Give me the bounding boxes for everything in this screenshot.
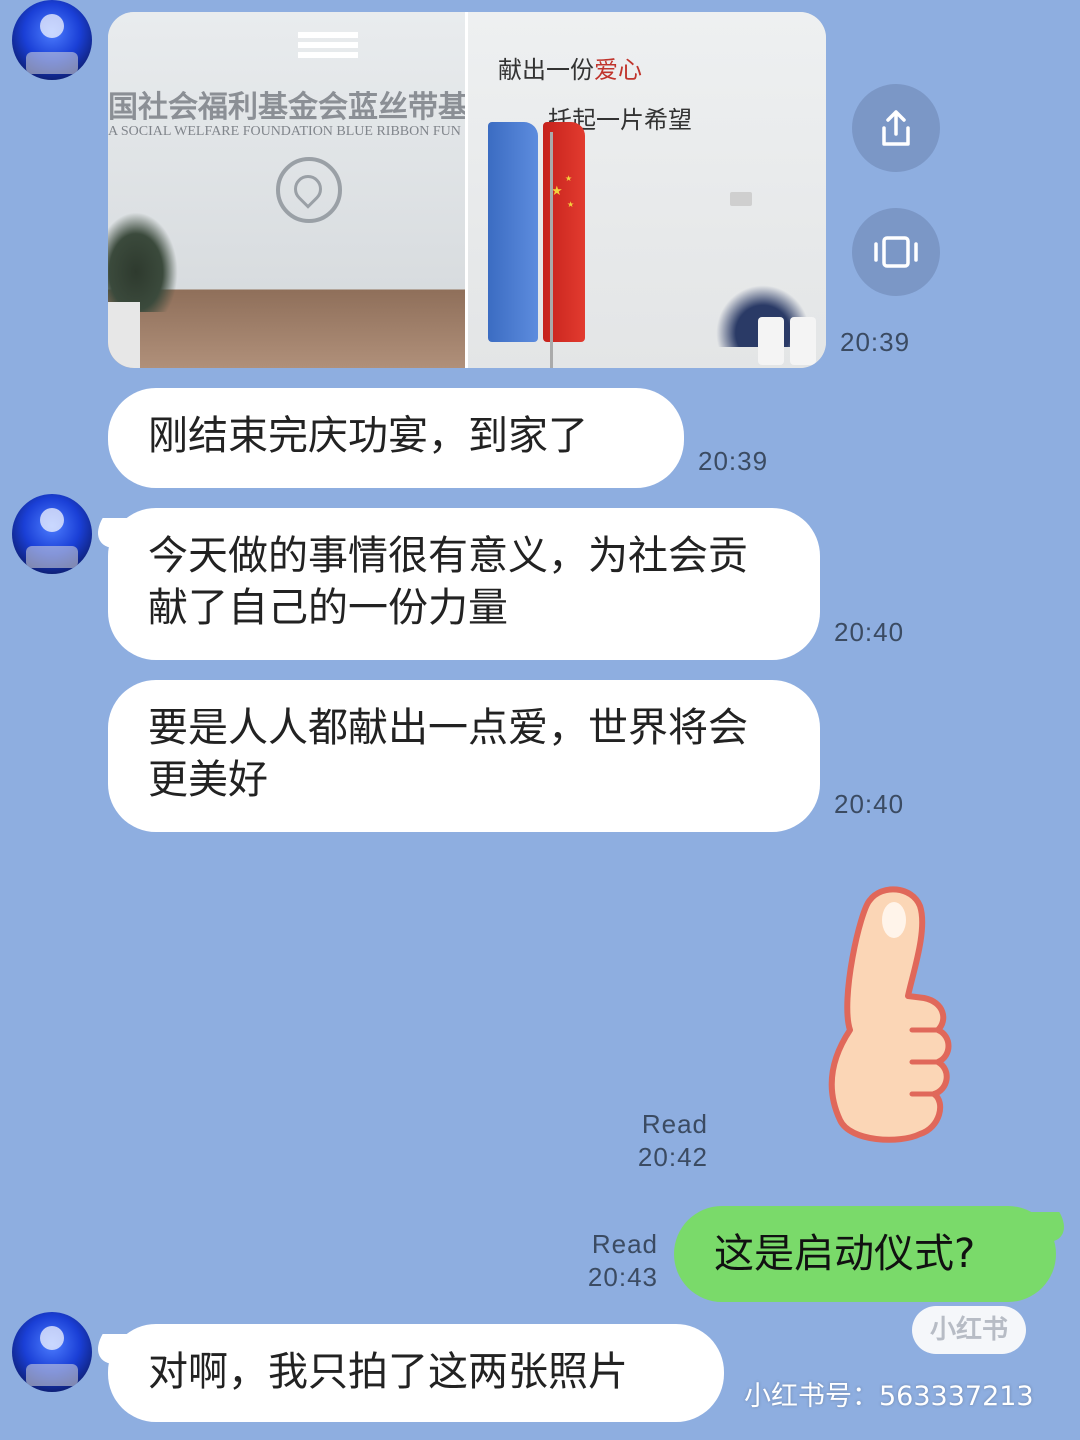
photo-message[interactable]: 国社会福利基金会蓝丝带基 A SOCIAL WELFARE FOUNDATION… bbox=[108, 12, 826, 368]
message-time: 20:39 bbox=[840, 327, 911, 357]
message-bubble[interactable]: 今天做的事情很有意义，为社会贡献了自己的一份力量 bbox=[108, 508, 820, 660]
xiaohongshu-account-watermark: 小红书号：563337213 bbox=[744, 1381, 1034, 1412]
plant-pot bbox=[108, 302, 140, 368]
lobby-sign-cn: 国社会福利基金会蓝丝带基 bbox=[108, 90, 468, 125]
foundation-emblem bbox=[276, 157, 342, 223]
contact-avatar[interactable] bbox=[12, 494, 92, 574]
plant bbox=[108, 212, 178, 312]
lobby-sign-en: A SOCIAL WELFARE FOUNDATION BLUE RIBBON … bbox=[108, 124, 461, 139]
thumbs-up-sticker[interactable] bbox=[820, 880, 960, 1160]
light-switch bbox=[730, 192, 752, 206]
message-time: 20:40 bbox=[834, 617, 905, 647]
blue-flag bbox=[488, 122, 538, 342]
message-bubble[interactable]: 刚结束完庆功宴，到家了 bbox=[108, 388, 684, 488]
message-text: 对啊，我只拍了这两张照片 bbox=[148, 1349, 628, 1395]
expand-icon bbox=[874, 236, 918, 268]
message-time: 20:42 bbox=[637, 1142, 708, 1172]
wall-slogan-1: 献出一份爱心 bbox=[498, 56, 642, 84]
message-time: 20:39 bbox=[698, 446, 769, 476]
message-time: 20:43 bbox=[587, 1262, 658, 1292]
expand-button[interactable] bbox=[852, 208, 940, 296]
read-status: Read bbox=[641, 1109, 708, 1139]
share-icon bbox=[882, 110, 910, 146]
read-status: Read bbox=[591, 1229, 658, 1259]
contact-avatar[interactable] bbox=[12, 0, 92, 80]
vase bbox=[790, 317, 816, 365]
message-text: 今天做的事情很有意义，为社会贡献了自己的一份力量 bbox=[148, 533, 748, 631]
photo-right-flags: 献出一份爱心 托起一片希望 ★ ★ ★ bbox=[468, 12, 826, 368]
message-bubble[interactable]: 对啊，我只拍了这两张照片 bbox=[108, 1324, 724, 1422]
message-time: 20:40 bbox=[834, 789, 905, 819]
photo-left-lobby: 国社会福利基金会蓝丝带基 A SOCIAL WELFARE FOUNDATION… bbox=[108, 12, 468, 368]
outgoing-message-bubble[interactable]: 这是启动仪式? bbox=[674, 1206, 1056, 1302]
message-bubble[interactable]: 要是人人都献出一点爱，世界将会更美好 bbox=[108, 680, 820, 832]
xiaohongshu-logo: 小红书 bbox=[912, 1306, 1026, 1354]
share-button[interactable] bbox=[852, 84, 940, 172]
contact-avatar[interactable] bbox=[12, 1312, 92, 1392]
vase bbox=[758, 317, 784, 365]
